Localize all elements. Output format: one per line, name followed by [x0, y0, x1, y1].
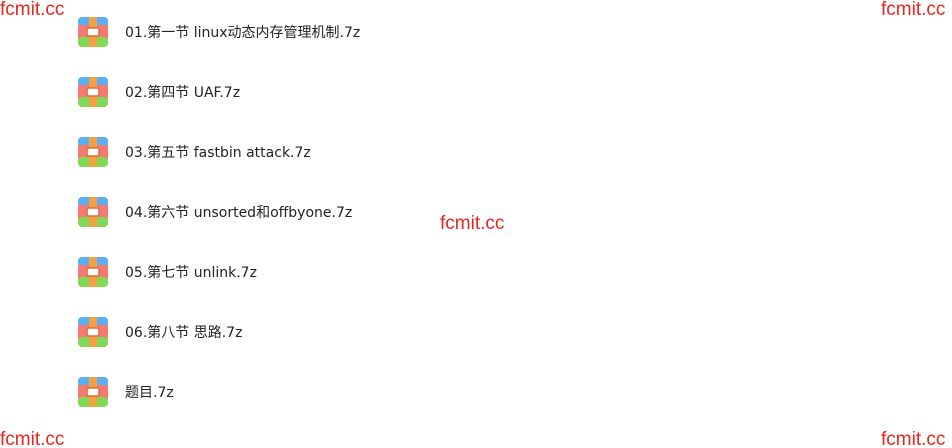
file-list: 01.第一节 linux动态内存管理机制.7z 02.第四节 UAF.7z 03… — [78, 17, 778, 437]
file-name[interactable]: 06.第八节 思路.7z — [125, 324, 242, 342]
archive-icon — [78, 377, 108, 407]
file-name[interactable]: 01.第一节 linux动态内存管理机制.7z — [125, 24, 360, 42]
archive-icon — [78, 197, 108, 227]
archive-icon — [78, 257, 108, 287]
file-name[interactable]: 04.第六节 unsorted和offbyone.7z — [125, 204, 352, 222]
file-row[interactable]: 03.第五节 fastbin attack.7z — [78, 137, 778, 197]
file-row[interactable]: 05.第七节 unlink.7z — [78, 257, 778, 317]
file-row[interactable]: 02.第四节 UAF.7z — [78, 77, 778, 137]
file-name[interactable]: 题目.7z — [125, 384, 174, 402]
watermark-top-right: fcmit.cc — [881, 0, 946, 20]
file-row[interactable]: 04.第六节 unsorted和offbyone.7z — [78, 197, 778, 257]
file-name[interactable]: 05.第七节 unlink.7z — [125, 264, 257, 282]
watermark-bottom-right: fcmit.cc — [881, 429, 946, 448]
file-row[interactable]: 题目.7z — [78, 377, 778, 437]
file-name[interactable]: 03.第五节 fastbin attack.7z — [125, 144, 311, 162]
file-list-page: fcmit.cc fcmit.cc fcmit.cc fcmit.cc fcmi… — [0, 0, 952, 448]
archive-icon — [78, 17, 108, 47]
file-row[interactable]: 01.第一节 linux动态内存管理机制.7z — [78, 17, 778, 77]
watermark-top-left: fcmit.cc — [0, 0, 65, 20]
file-row[interactable]: 06.第八节 思路.7z — [78, 317, 778, 377]
archive-icon — [78, 137, 108, 167]
watermark-bottom-left: fcmit.cc — [0, 429, 65, 448]
file-name[interactable]: 02.第四节 UAF.7z — [125, 84, 240, 102]
archive-icon — [78, 317, 108, 347]
archive-icon — [78, 77, 108, 107]
